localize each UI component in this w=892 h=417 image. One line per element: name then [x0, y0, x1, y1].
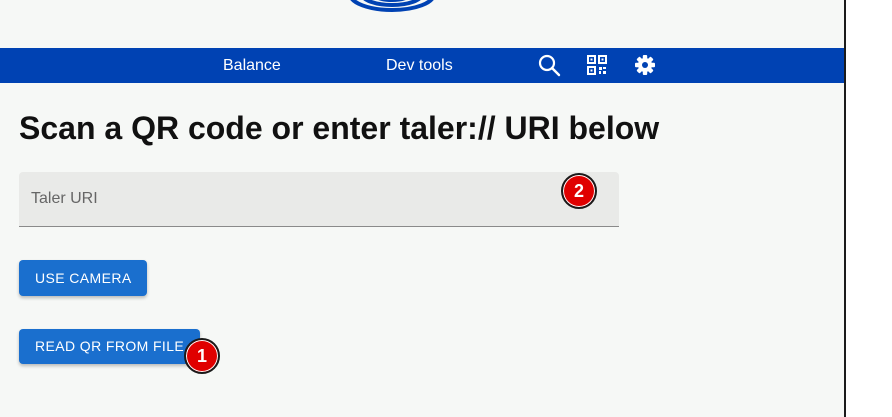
top-navbar: Balance Dev tools [0, 48, 844, 83]
window-edge [844, 0, 846, 417]
taler-uri-input[interactable] [19, 172, 619, 226]
search-icon[interactable] [536, 52, 562, 78]
read-qr-from-file-button[interactable]: READ QR FROM FILE [19, 329, 200, 364]
page-title: Scan a QR code or enter taler:// URI bel… [19, 110, 660, 146]
header-logo-area [0, 0, 844, 48]
marker-badge-1: 1 [184, 338, 220, 374]
use-camera-button[interactable]: USE CAMERA [19, 260, 147, 296]
gear-icon[interactable] [632, 52, 658, 78]
taler-uri-field [19, 172, 619, 227]
nav-dev-tools-link[interactable]: Dev tools [386, 48, 453, 83]
nav-balance-link[interactable]: Balance [223, 48, 281, 83]
wallet-app: Balance Dev tools Scan a QR code or ente… [0, 0, 844, 417]
qr-code-icon[interactable] [584, 52, 610, 78]
marker-badge-2: 2 [561, 173, 597, 209]
taler-logo [344, 0, 440, 14]
